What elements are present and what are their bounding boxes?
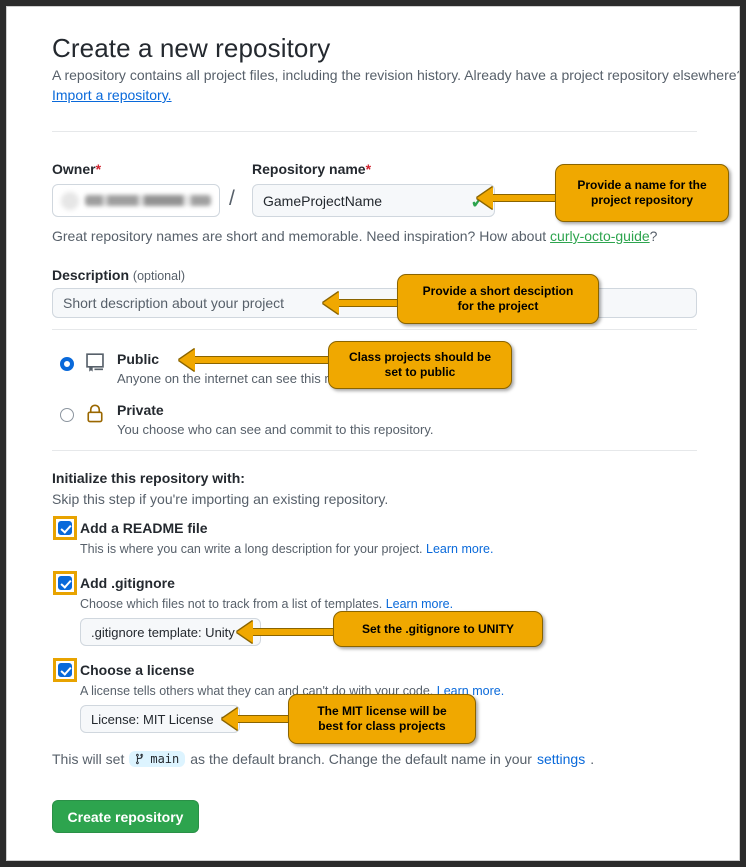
repository-name-label-text: Repository name <box>252 161 366 177</box>
name-callout: Provide a name for the project repository <box>555 164 729 222</box>
branch-note-prefix: This will set <box>52 751 125 767</box>
description-callout: Provide a short desciption for the projec… <box>397 274 599 324</box>
readme-learn-more-link[interactable]: Learn more. <box>426 542 493 556</box>
create-repository-button[interactable]: Create repository <box>52 800 199 833</box>
description-label-text: Description <box>52 267 130 283</box>
initialize-heading: Initialize this repository with: <box>52 470 245 486</box>
hint-suffix: ? <box>649 228 658 244</box>
repository-required-mark: * <box>365 161 372 177</box>
divider-2 <box>52 329 697 330</box>
lock-icon <box>87 404 103 423</box>
avatar <box>61 191 79 210</box>
repository-name-value: GameProjectName <box>263 192 383 209</box>
owner-select[interactable] <box>52 184 220 217</box>
license-value: License: MIT License <box>91 711 214 727</box>
owner-repo-separator: / <box>229 187 235 210</box>
owner-label-text: Owner <box>52 161 96 177</box>
divider-1 <box>52 131 697 132</box>
settings-link[interactable]: settings <box>537 751 585 767</box>
gitignore-template-value: .gitignore template: Unity <box>91 624 235 640</box>
page-subtitle: A repository contains all project files,… <box>52 67 740 83</box>
book-icon <box>86 353 104 372</box>
default-branch-name: main <box>150 752 180 766</box>
name-callout-text: Provide a name for the project repository <box>577 178 707 207</box>
branch-note-middle: as the default branch. Change the defaul… <box>190 751 532 767</box>
git-branch-icon <box>136 753 144 765</box>
gitignore-callout: Set the .gitignore to UNITY <box>333 611 543 647</box>
readme-checkbox[interactable] <box>58 521 72 535</box>
gitignore-template-dropdown[interactable]: .gitignore template: Unity ▼ <box>80 618 261 646</box>
license-dropdown[interactable]: License: MIT License ▼ <box>80 705 240 733</box>
visibility-radio-public[interactable] <box>60 357 74 371</box>
repository-name-input[interactable]: GameProjectName ✓ <box>252 184 495 217</box>
divider-3 <box>52 450 697 451</box>
default-branch-note: This will set main as the default branch… <box>52 751 594 767</box>
gitignore-learn-more-link[interactable]: Learn more. <box>386 597 453 611</box>
public-callout-arrow <box>179 349 339 371</box>
license-checkbox[interactable] <box>58 663 72 677</box>
screenshot-frame: Create a new repository A repository con… <box>6 6 740 861</box>
visibility-private-title: Private <box>117 402 164 418</box>
hint-prefix: Great repository names are short and mem… <box>52 228 551 244</box>
initialize-subheading: Skip this step if you're importing an ex… <box>52 491 389 507</box>
license-title: Choose a license <box>80 662 195 678</box>
license-callout: The MIT license will be best for class pr… <box>288 694 476 744</box>
public-callout-text: Class projects should be set to public <box>348 350 492 379</box>
gitignore-description: Choose which files not to track from a l… <box>80 597 453 611</box>
gitignore-checkbox[interactable] <box>58 576 72 590</box>
owner-name-redacted <box>85 195 211 206</box>
default-branch-badge: main <box>129 751 186 767</box>
page-title: Create a new repository <box>52 33 331 63</box>
visibility-radio-private[interactable] <box>60 408 74 422</box>
gitignore-callout-arrow <box>237 621 341 643</box>
gitignore-title: Add .gitignore <box>80 575 175 591</box>
suggested-name-link[interactable]: curly-octo-guide <box>550 228 650 244</box>
gitignore-description-text: Choose which files not to track from a l… <box>80 597 383 611</box>
description-value: Short description about your project <box>63 295 285 311</box>
visibility-private-description: You choose who can see and commit to thi… <box>117 422 434 437</box>
new-repository-form: Create a new repository A repository con… <box>7 7 739 860</box>
owner-required-mark: * <box>95 161 102 177</box>
gitignore-callout-text: Set the .gitignore to UNITY <box>362 621 514 636</box>
import-repository-link[interactable]: Import a repository. <box>52 87 172 103</box>
owner-label: Owner* <box>52 161 101 177</box>
repository-name-label: Repository name* <box>252 161 371 177</box>
readme-title: Add a README file <box>80 520 208 536</box>
name-callout-arrow <box>477 187 567 209</box>
description-callout-text: Provide a short desciption for the projec… <box>422 284 574 313</box>
branch-note-suffix: . <box>590 751 595 767</box>
visibility-public-title: Public <box>117 351 160 367</box>
repository-name-hint: Great repository names are short and mem… <box>52 228 657 244</box>
readme-description: This is where you can write a long descr… <box>80 542 493 556</box>
readme-description-text: This is where you can write a long descr… <box>80 542 423 556</box>
public-callout: Class projects should be set to public <box>328 341 512 389</box>
license-callout-text: The MIT license will be best for class pr… <box>317 704 447 733</box>
description-optional-label: (optional) <box>132 269 186 283</box>
description-label: Description (optional) <box>52 267 185 283</box>
